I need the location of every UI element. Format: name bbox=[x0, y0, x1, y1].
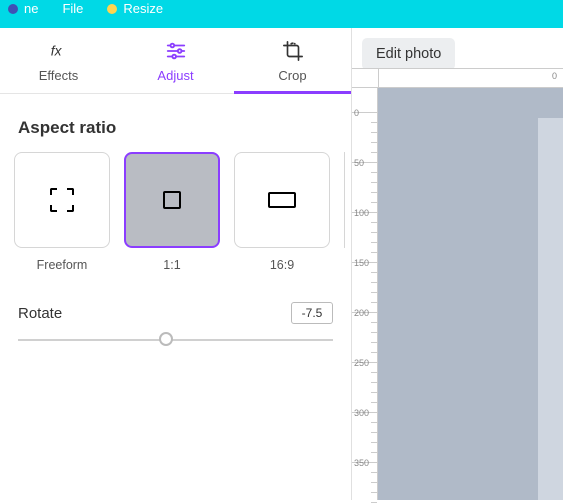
left-panel: fx Effects Adjust Crop Aspect ratio Free… bbox=[0, 28, 352, 500]
tab-crop-label: Crop bbox=[278, 68, 306, 83]
menu-home[interactable]: ne bbox=[8, 0, 38, 18]
resize-dot-icon bbox=[107, 4, 117, 14]
aspect-16-9-label: 16:9 bbox=[234, 258, 330, 272]
rotate-label: Rotate bbox=[18, 305, 62, 322]
tab-effects[interactable]: fx Effects bbox=[0, 28, 117, 93]
sliders-icon bbox=[165, 40, 187, 62]
freeform-icon bbox=[50, 188, 74, 212]
menu-file[interactable]: File bbox=[62, 0, 83, 18]
ruler-horizontal: 0 bbox=[352, 68, 563, 88]
aspect-16-9[interactable]: 16:9 bbox=[234, 152, 330, 272]
slider-track bbox=[18, 339, 333, 341]
widescreen-icon bbox=[268, 192, 296, 208]
rotate-value-input[interactable]: -7.5 bbox=[291, 302, 333, 324]
aspect-ratio-title: Aspect ratio bbox=[18, 118, 333, 138]
svg-text:fx: fx bbox=[50, 44, 62, 59]
aspect-freeform[interactable]: Freeform bbox=[14, 152, 110, 272]
edit-photo-button[interactable]: Edit photo bbox=[362, 38, 455, 70]
tab-crop[interactable]: Crop bbox=[234, 28, 351, 93]
home-dot-icon bbox=[8, 4, 18, 14]
square-icon bbox=[163, 191, 181, 209]
top-menu-bar: ne File Resize bbox=[0, 0, 563, 28]
tab-adjust[interactable]: Adjust bbox=[117, 28, 234, 93]
artboard-inner bbox=[538, 118, 563, 500]
tab-adjust-label: Adjust bbox=[157, 68, 193, 83]
aspect-ratio-options: Freeform 1:1 16:9 bbox=[0, 152, 351, 272]
slider-thumb[interactable] bbox=[159, 332, 173, 346]
tab-effects-label: Effects bbox=[39, 68, 79, 83]
tabs: fx Effects Adjust Crop bbox=[0, 28, 351, 94]
fx-icon: fx bbox=[48, 40, 70, 62]
ruler-h-0: 0 bbox=[552, 71, 557, 81]
aspect-option-overflow[interactable] bbox=[344, 152, 345, 248]
menu-file-label: File bbox=[62, 0, 83, 18]
menu-resize-label: Resize bbox=[123, 0, 163, 18]
menu-home-label: ne bbox=[24, 0, 38, 18]
menu-resize[interactable]: Resize bbox=[107, 0, 163, 18]
aspect-freeform-label: Freeform bbox=[14, 258, 110, 272]
artboard[interactable] bbox=[378, 88, 563, 500]
aspect-1-1[interactable]: 1:1 bbox=[124, 152, 220, 272]
canvas-area: Edit photo 0 0 50 100 150 200 250 300 35… bbox=[352, 28, 563, 500]
rotate-slider[interactable] bbox=[18, 332, 333, 348]
ruler-vertical: 0 50 100 150 200 250 300 350 bbox=[352, 88, 378, 500]
crop-icon bbox=[282, 40, 304, 62]
aspect-1-1-label: 1:1 bbox=[124, 258, 220, 272]
